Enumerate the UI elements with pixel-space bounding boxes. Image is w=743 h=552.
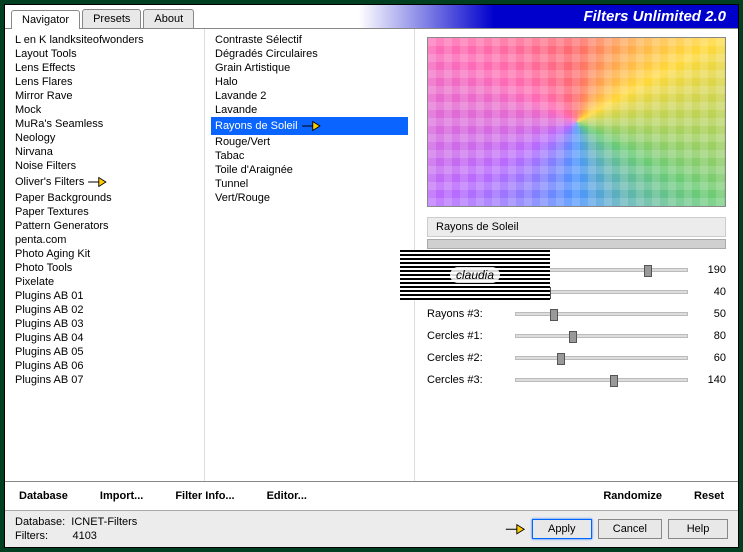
filter-item[interactable]: Halo <box>211 75 408 89</box>
filter-item[interactable]: Toile d'Araignée <box>211 163 408 177</box>
filter-item[interactable]: Grain Artistique <box>211 61 408 75</box>
editor-button[interactable]: Editor... <box>263 488 311 504</box>
filter-info-button[interactable]: Filter Info... <box>171 488 238 504</box>
param-slider[interactable] <box>515 378 688 382</box>
category-item[interactable]: Layout Tools <box>11 47 202 61</box>
category-item[interactable]: Plugins AB 06 <box>11 359 202 373</box>
tab-presets[interactable]: Presets <box>82 9 141 28</box>
filter-item[interactable]: Tunnel <box>211 177 408 191</box>
watermark-overlay: claudia <box>400 250 550 300</box>
selected-filter-name: Rayons de Soleil <box>427 217 726 237</box>
reset-button[interactable]: Reset <box>690 488 728 504</box>
param-value: 80 <box>696 330 726 342</box>
param-slider[interactable] <box>515 334 688 338</box>
category-item[interactable]: Photo Tools <box>11 261 202 275</box>
category-item[interactable]: Paper Backgrounds <box>11 191 202 205</box>
filter-item[interactable]: Rayons de Soleil <box>211 117 408 135</box>
param-value: 40 <box>696 286 726 298</box>
param-label: Cercles #1: <box>427 330 507 342</box>
footer: Database: ICNET-Filters Filters: 4103 Ap… <box>5 510 738 547</box>
database-button[interactable]: Database <box>15 488 72 504</box>
param-value: 140 <box>696 374 726 386</box>
category-item[interactable]: Plugins AB 05 <box>11 345 202 359</box>
category-item[interactable]: Nirvana <box>11 145 202 159</box>
randomize-button[interactable]: Randomize <box>599 488 666 504</box>
category-item[interactable]: Pattern Generators <box>11 219 202 233</box>
pointer-icon <box>504 521 526 537</box>
cancel-button[interactable]: Cancel <box>598 519 662 539</box>
category-item[interactable]: Plugins AB 07 <box>11 373 202 387</box>
app-window: Navigator Presets About Filters Unlimite… <box>4 4 739 548</box>
pointer-icon <box>86 174 108 190</box>
app-title: Filters Unlimited 2.0 <box>196 5 738 28</box>
param-slider[interactable] <box>515 312 688 316</box>
param-value: 60 <box>696 352 726 364</box>
category-item[interactable]: Photo Aging Kit <box>11 247 202 261</box>
category-item[interactable]: Neology <box>11 131 202 145</box>
footer-info: Database: ICNET-Filters Filters: 4103 <box>15 515 502 543</box>
param-label: Cercles #3: <box>427 374 507 386</box>
toolbar: Database Import... Filter Info... Editor… <box>5 481 738 510</box>
filter-item[interactable]: Vert/Rouge <box>211 191 408 205</box>
filter-preview-image <box>427 37 726 207</box>
filter-item[interactable]: Tabac <box>211 149 408 163</box>
help-button[interactable]: Help <box>668 519 728 539</box>
filter-list[interactable]: Contraste SélectifDégradés CirculairesGr… <box>205 29 415 481</box>
category-item[interactable]: Mock <box>11 103 202 117</box>
param-row: Cercles #2: 60 <box>427 347 726 369</box>
param-row: Cercles #1: 80 <box>427 325 726 347</box>
header: Navigator Presets About Filters Unlimite… <box>5 5 738 29</box>
category-item[interactable]: Noise Filters <box>11 159 202 173</box>
apply-button[interactable]: Apply <box>532 519 592 539</box>
param-slider[interactable] <box>515 356 688 360</box>
category-item[interactable]: MuRa's Seamless <box>11 117 202 131</box>
category-item[interactable]: Oliver's Filters <box>11 173 202 191</box>
filter-item[interactable]: Rouge/Vert <box>211 135 408 149</box>
progress-bar <box>427 239 726 249</box>
import-button[interactable]: Import... <box>96 488 147 504</box>
category-item[interactable]: Paper Textures <box>11 205 202 219</box>
category-item[interactable]: Pixelate <box>11 275 202 289</box>
pointer-icon <box>300 118 322 134</box>
filter-item[interactable]: Lavande <box>211 103 408 117</box>
category-item[interactable]: Mirror Rave <box>11 89 202 103</box>
category-item[interactable]: penta.com <box>11 233 202 247</box>
param-label: Cercles #2: <box>427 352 507 364</box>
filter-item[interactable]: Lavande 2 <box>211 89 408 103</box>
category-item[interactable]: L en K landksiteofwonders <box>11 33 202 47</box>
main-area: L en K landksiteofwondersLayout ToolsLen… <box>5 29 738 481</box>
param-row: Rayons #3: 50 <box>427 303 726 325</box>
category-item[interactable]: Plugins AB 01 <box>11 289 202 303</box>
category-item[interactable]: Lens Effects <box>11 61 202 75</box>
tab-bar: Navigator Presets About <box>5 9 196 28</box>
tab-navigator[interactable]: Navigator <box>11 10 80 29</box>
category-item[interactable]: Plugins AB 03 <box>11 317 202 331</box>
param-row: Cercles #3: 140 <box>427 369 726 391</box>
filter-item[interactable]: Dégradés Circulaires <box>211 47 408 61</box>
category-item[interactable]: Lens Flares <box>11 75 202 89</box>
tab-about[interactable]: About <box>143 9 194 28</box>
param-label: Rayons #3: <box>427 308 507 320</box>
category-list[interactable]: L en K landksiteofwondersLayout ToolsLen… <box>5 29 205 481</box>
param-value: 190 <box>696 264 726 276</box>
category-item[interactable]: Plugins AB 02 <box>11 303 202 317</box>
category-item[interactable]: Plugins AB 04 <box>11 331 202 345</box>
filter-item[interactable]: Contraste Sélectif <box>211 33 408 47</box>
param-value: 50 <box>696 308 726 320</box>
